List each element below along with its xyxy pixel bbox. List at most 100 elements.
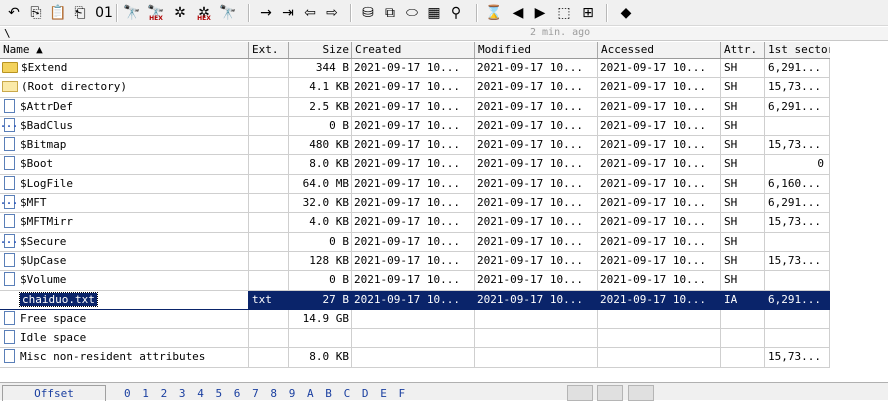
binary-button[interactable]: 01	[94, 3, 114, 23]
hex-column-5: 5	[215, 387, 223, 400]
cell-created: 2021-09-17 10...	[352, 136, 475, 156]
column-header-attr[interactable]: Attr.	[721, 42, 765, 58]
table-row[interactable]: Idle space	[0, 329, 830, 349]
table-row[interactable]: $AttrDef 2.5 KB 2021-09-17 10... 2021-09-17…	[0, 97, 830, 117]
ram-button[interactable]: ⬭	[402, 3, 422, 23]
cell-ext	[249, 59, 289, 79]
table-row[interactable]: Misc non-resident attributes 8.0 KB 15,73.…	[0, 348, 830, 368]
column-header-first-sector[interactable]: 1st sector	[765, 42, 830, 58]
find-hex-button[interactable]: 🔭 HEX	[146, 3, 166, 23]
grid-button[interactable]: ⊞	[578, 3, 598, 23]
next-button[interactable]: ▶	[530, 3, 550, 23]
file-name: chaiduo.txt	[19, 291, 98, 307]
back-button[interactable]: ⇦	[300, 3, 320, 23]
cell-first-sector: 15,73...	[765, 136, 830, 156]
table-row[interactable]: $UpCase 128 KB 2021-09-17 10... 2021-09-17 …	[0, 251, 830, 272]
hourglass-button[interactable]: ⌛	[484, 3, 504, 23]
table-row[interactable]: $Bitmap 480 KB 2021-09-17 10... 2021-09-17 …	[0, 136, 830, 156]
hex-column-2: 2	[160, 387, 168, 400]
table-row[interactable]: (Root directory) 4.1 KB 2021-09-17 10... 20…	[0, 78, 830, 98]
hex-column-e: E	[380, 387, 387, 400]
cell-attr: SH	[721, 59, 765, 79]
table-row[interactable]: $MFTMirr 4.0 KB 2021-09-17 10... 2021-09-17…	[0, 213, 830, 233]
cell-name: Free space	[0, 309, 249, 330]
table-row[interactable]: $Extend 344 B 2021-09-17 10... 2021-09-17 1…	[0, 59, 830, 79]
cell-created: 2021-09-17 10...	[352, 78, 475, 98]
root-folder-icon	[2, 80, 18, 92]
table-row[interactable]: $BadClus0 B2021-09-17 10...2021-09-17 10…	[0, 116, 830, 137]
charset-button[interactable]	[628, 385, 654, 401]
text-toggle-button[interactable]	[567, 385, 593, 401]
forward-button[interactable]: ⇨	[322, 3, 342, 23]
prev-button[interactable]: ◀	[508, 3, 528, 23]
cell-accessed: 2021-09-17 10...	[598, 136, 721, 156]
column-header-name[interactable]: Name ▲	[0, 42, 249, 58]
cell-modified: 2021-09-17 10...	[475, 290, 598, 310]
table-body: $Extend 344 B 2021-09-17 10... 2021-09-17 1…	[0, 59, 830, 368]
hex-column-3: 3	[178, 387, 186, 400]
goto-offset-button[interactable]: →	[256, 3, 276, 23]
column-header-created[interactable]: Created	[352, 42, 475, 58]
column-header-ext[interactable]: Ext.	[249, 42, 289, 58]
file-name: Misc non-resident attributes	[20, 350, 206, 364]
snapshot-button[interactable]: ⬚	[554, 3, 574, 23]
cell-created: 2021-09-17 10...	[352, 59, 475, 79]
find-next-icon: 🔭	[219, 5, 237, 21]
cell-ext	[249, 174, 289, 195]
table-row[interactable]: $LogFile 64.0 MB 2021-09-17 10... 2021-09-1…	[0, 174, 830, 195]
file-name: $UpCase	[20, 253, 67, 267]
copy-button[interactable]: ⎘	[26, 3, 46, 23]
goto-sector-button[interactable]: ⇥	[278, 3, 298, 23]
tag-button[interactable]: ◆	[616, 3, 636, 23]
toolbar-separator	[350, 4, 352, 22]
find-icon: 🔭	[123, 5, 141, 21]
disk-button[interactable]: ⛁	[358, 3, 378, 23]
cell-ext	[249, 348, 289, 368]
undo-button[interactable]: ↶	[4, 3, 24, 23]
search-button[interactable]: ⚲	[446, 3, 466, 23]
table-row[interactable]: $Boot 8.0 KB 2021-09-17 10... 2021-09-17 10…	[0, 155, 830, 175]
cell-attr: SH	[721, 136, 765, 156]
cell-first-sector	[765, 329, 830, 349]
table-row[interactable]: Free space 14.9 GB	[0, 309, 830, 330]
hex-column-0: 0	[124, 387, 131, 400]
table-row[interactable]: chaiduo.txt txt 27 B 2021-09-17 10... 2021-0…	[0, 290, 830, 310]
cell-name: Idle space	[0, 329, 249, 349]
cell-attr: SH	[721, 78, 765, 98]
replace-hex-button[interactable]: ✲ HEX	[194, 3, 214, 23]
file-icon	[4, 137, 15, 152]
table-row[interactable]: $Volume 0 B 2021-09-17 10... 2021-09-17 10.…	[0, 271, 830, 291]
smile-button[interactable]	[597, 385, 623, 401]
cell-accessed: 2021-09-17 10...	[598, 251, 721, 272]
file-icon	[4, 252, 15, 267]
table-row[interactable]: $Secure0 B2021-09-17 10...2021-09-17 10.…	[0, 232, 830, 252]
cell-first-sector: 6,291...	[765, 290, 830, 310]
column-header-accessed[interactable]: Accessed	[598, 42, 721, 58]
cell-ext	[249, 251, 289, 272]
cell-size: 344 B	[289, 59, 352, 79]
cell-attr: IA	[721, 290, 765, 310]
find-next-button[interactable]: 🔭	[218, 3, 238, 23]
cell-first-sector: 15,73...	[765, 213, 830, 233]
cell-modified: 2021-09-17 10...	[475, 271, 598, 291]
replace-button[interactable]: ✲	[170, 3, 190, 23]
paste-button[interactable]: 📋	[48, 3, 68, 23]
cell-created: 2021-09-17 10...	[352, 232, 475, 252]
column-header-modified[interactable]: Modified	[475, 42, 598, 58]
clipboard-icon: ⎗	[74, 5, 86, 21]
file-name: (Root directory)	[21, 80, 127, 94]
cell-size: 8.0 KB	[289, 348, 352, 368]
column-header-size[interactable]: Size	[289, 42, 352, 58]
disk-clone-button[interactable]: ⧉	[380, 3, 400, 23]
cell-created: 2021-09-17 10...	[352, 271, 475, 291]
file-icon	[4, 214, 15, 229]
table-row[interactable]: $MFT32.0 KB2021-09-17 10...2021-09-17 10…	[0, 194, 830, 214]
toolbar-separator	[116, 4, 118, 22]
cell-ext	[249, 78, 289, 98]
cell-attr: SH	[721, 194, 765, 214]
calculator-button[interactable]: ▦	[424, 3, 444, 23]
cell-attr: SH	[721, 232, 765, 252]
find-button[interactable]: 🔭	[122, 3, 142, 23]
cell-size: 4.0 KB	[289, 213, 352, 233]
clipboard-button[interactable]: ⎗	[70, 3, 90, 23]
